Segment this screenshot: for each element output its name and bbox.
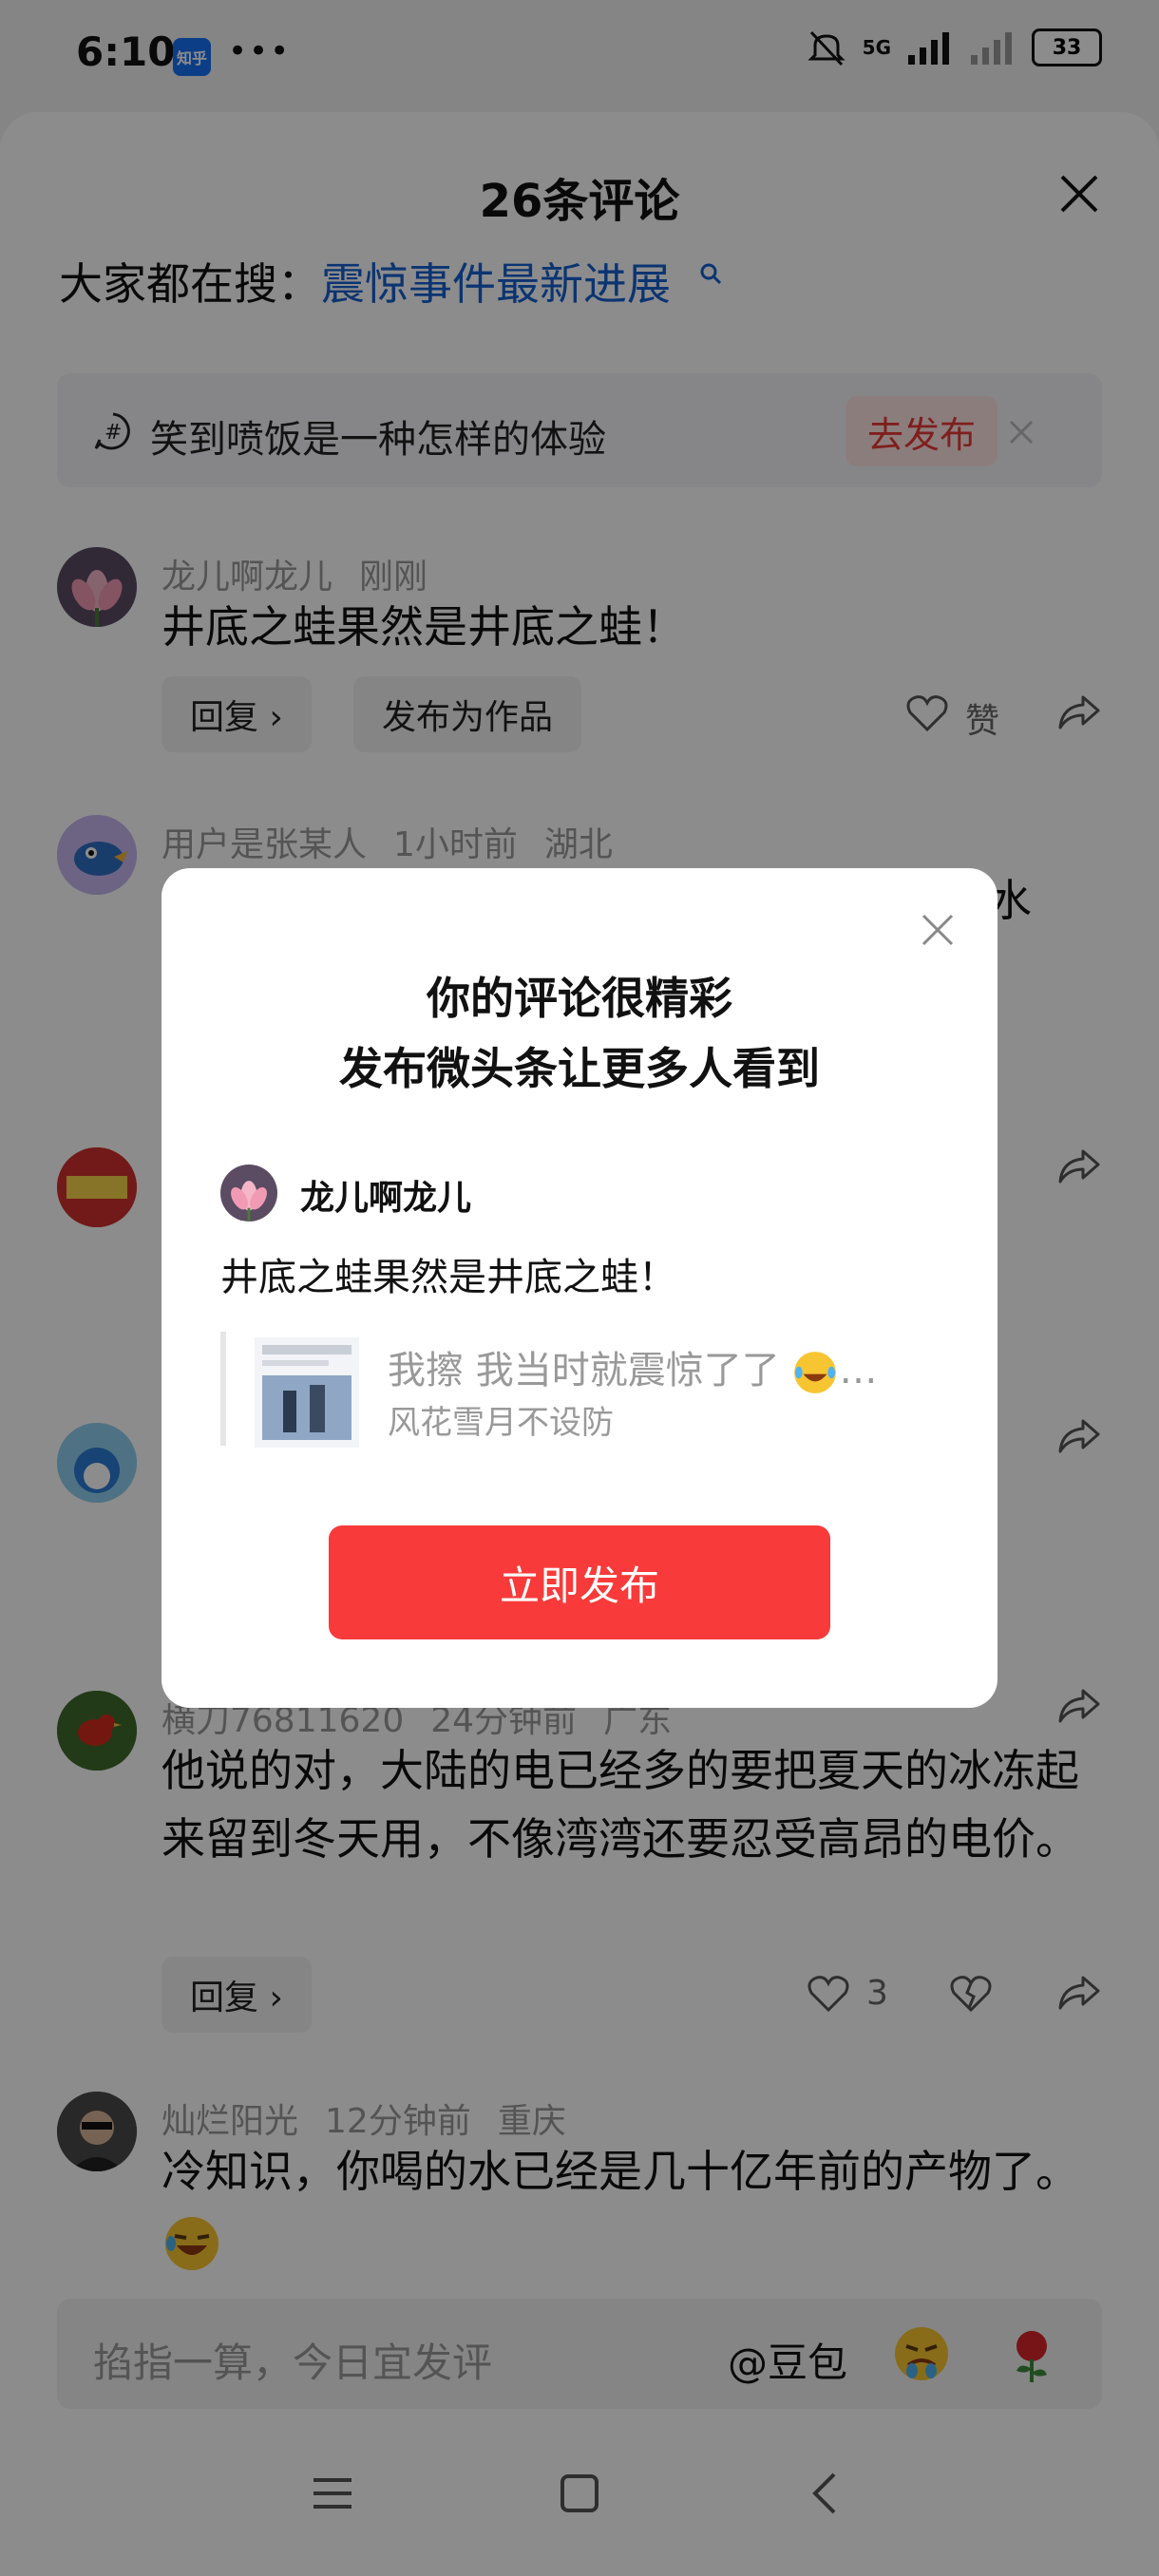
quoted-post: 我擦 我当时就震惊了了 … 风花雪月不设防 xyxy=(220,1332,920,1448)
publish-now-button[interactable]: 立即发布 xyxy=(329,1525,830,1639)
dialog-avatar xyxy=(220,1165,277,1222)
dialog-username: 龙儿啊龙儿 xyxy=(300,1179,472,1218)
publish-dialog: 你的评论很精彩 发布微头条让更多人看到 龙儿啊龙儿 井底之蛙果然是井底之蛙！ 我… xyxy=(162,868,998,1708)
quoted-post-thumbnail xyxy=(255,1337,359,1448)
dialog-comment-text: 井底之蛙果然是井底之蛙！ xyxy=(220,1256,676,1299)
laughing-emoji-icon xyxy=(794,1352,837,1393)
thumbnail-image xyxy=(255,1337,359,1448)
dialog-close-icon[interactable] xyxy=(918,910,958,950)
quoted-post-ellipsis: … xyxy=(839,1349,878,1392)
quoted-post-text: 我擦 我当时就震惊了了 … xyxy=(388,1339,877,1396)
dialog-title-line-2: 发布微头条让更多人看到 xyxy=(339,1043,820,1094)
quoted-post-text-body: 我擦 我当时就震惊了了 xyxy=(388,1349,780,1392)
dialog-title-line-1: 你的评论很精彩 xyxy=(427,973,732,1024)
dialog-title: 你的评论很精彩 发布微头条让更多人看到 xyxy=(162,963,998,1104)
quoted-post-author: 风花雪月不设防 xyxy=(388,1404,614,1442)
lotus-avatar-icon xyxy=(220,1165,277,1222)
